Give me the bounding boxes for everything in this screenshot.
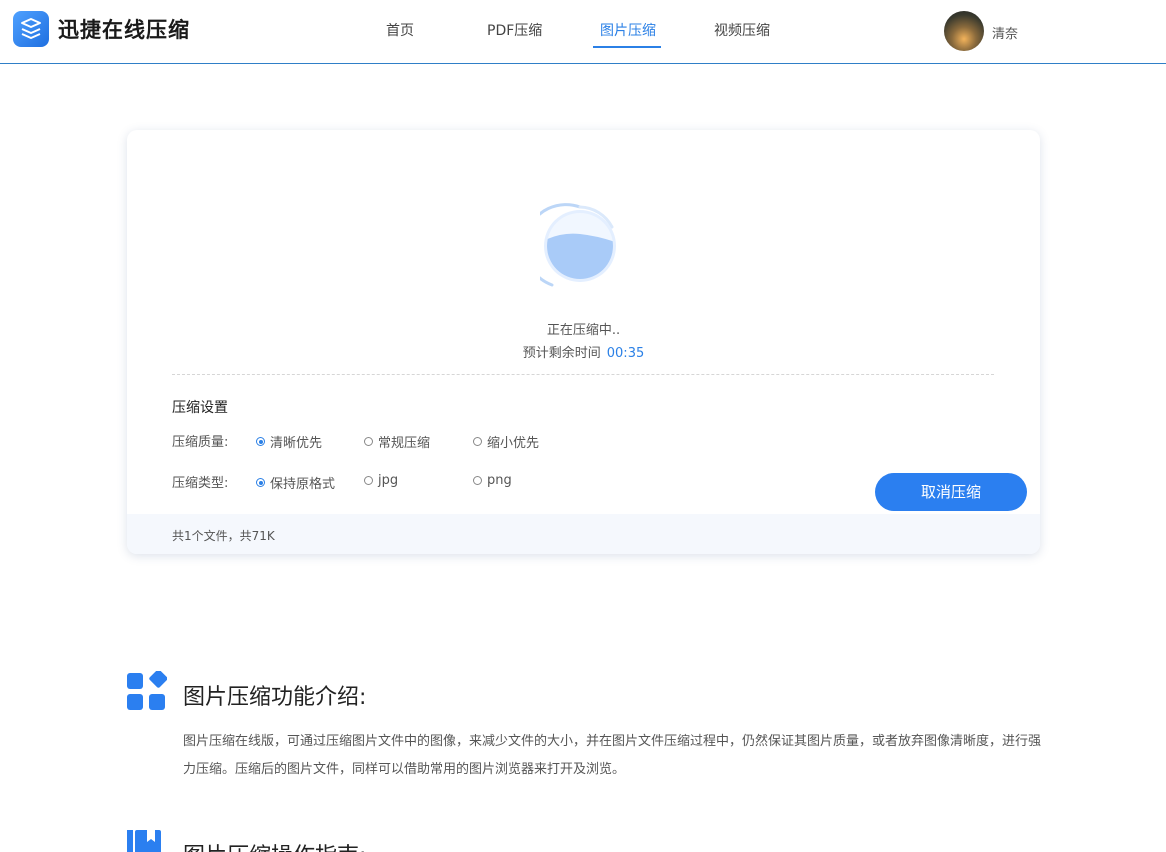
compress-status: 正在压缩中.. xyxy=(546,323,621,338)
app-grid-icon xyxy=(127,669,168,711)
option-label: jpg xyxy=(378,473,399,488)
type-option-keep-format[interactable]: 保持原格式 xyxy=(256,473,335,492)
option-label: 清晰优先 xyxy=(270,436,323,451)
compression-card: 正在压缩中.. 预计剩余时间 00:35 压缩设置 压缩质量: 清晰优先 常规压缩… xyxy=(127,130,1040,554)
stacked-layers-icon xyxy=(13,11,49,47)
user-name[interactable]: 清奈 xyxy=(992,23,1018,42)
nav-pdf-compress[interactable]: PDF压缩 xyxy=(487,20,542,40)
book-icon xyxy=(127,830,163,852)
radio-checked[interactable] xyxy=(256,437,265,446)
radio[interactable] xyxy=(364,437,373,446)
divider xyxy=(172,374,994,375)
quality-label: 压缩质量: xyxy=(172,435,229,450)
radio-checked[interactable] xyxy=(256,478,265,487)
intro-body: 图片压缩在线版，可通过压缩图片文件中的图像，来减少文件的大小，并在图片文件压缩过… xyxy=(183,734,1042,777)
option-label: 缩小优先 xyxy=(487,436,540,451)
nav-image-compress[interactable]: 图片压缩 xyxy=(600,20,656,40)
card-footer: 共1个文件，共71K xyxy=(127,514,1040,554)
remaining-time-label: 预计剩余时间 xyxy=(522,346,601,361)
nav-home[interactable]: 首页 xyxy=(386,20,414,40)
option-label: 保持原格式 xyxy=(270,477,336,492)
app-title: 迅捷在线压缩 xyxy=(58,18,190,42)
settings-title: 压缩设置 xyxy=(172,400,228,416)
option-label: 常规压缩 xyxy=(378,436,431,451)
radio[interactable] xyxy=(473,437,482,446)
quality-option-normal[interactable]: 常规压缩 xyxy=(364,432,430,451)
radio[interactable] xyxy=(473,476,482,485)
guide-title: 图片压缩操作指南: xyxy=(183,838,366,852)
logo[interactable]: 迅捷在线压缩 xyxy=(13,11,190,47)
type-option-png[interactable]: png xyxy=(473,473,512,488)
nav-video-compress[interactable]: 视频压缩 xyxy=(714,20,770,40)
quality-option-clear-first[interactable]: 清晰优先 xyxy=(256,432,322,451)
option-label: png xyxy=(487,473,512,488)
top-header: 迅捷在线压缩 首页 PDF压缩 图片压缩 视频压缩 清奈 xyxy=(0,0,1166,64)
avatar[interactable] xyxy=(944,11,984,51)
type-label: 压缩类型: xyxy=(172,476,229,491)
intro-title: 图片压缩功能介绍: xyxy=(183,685,367,710)
radio[interactable] xyxy=(364,476,373,485)
remaining-time-row: 预计剩余时间 00:35 xyxy=(127,342,1040,361)
remaining-time-value: 00:35 xyxy=(606,346,645,361)
active-nav-indicator xyxy=(593,46,661,48)
file-summary: 共1个文件，共71K xyxy=(172,529,275,543)
type-option-jpg[interactable]: jpg xyxy=(364,473,398,488)
quality-option-smaller-first[interactable]: 缩小优先 xyxy=(473,432,539,451)
cancel-compress-button[interactable]: 取消压缩 xyxy=(875,473,1027,511)
loading-circle-icon xyxy=(523,202,620,290)
